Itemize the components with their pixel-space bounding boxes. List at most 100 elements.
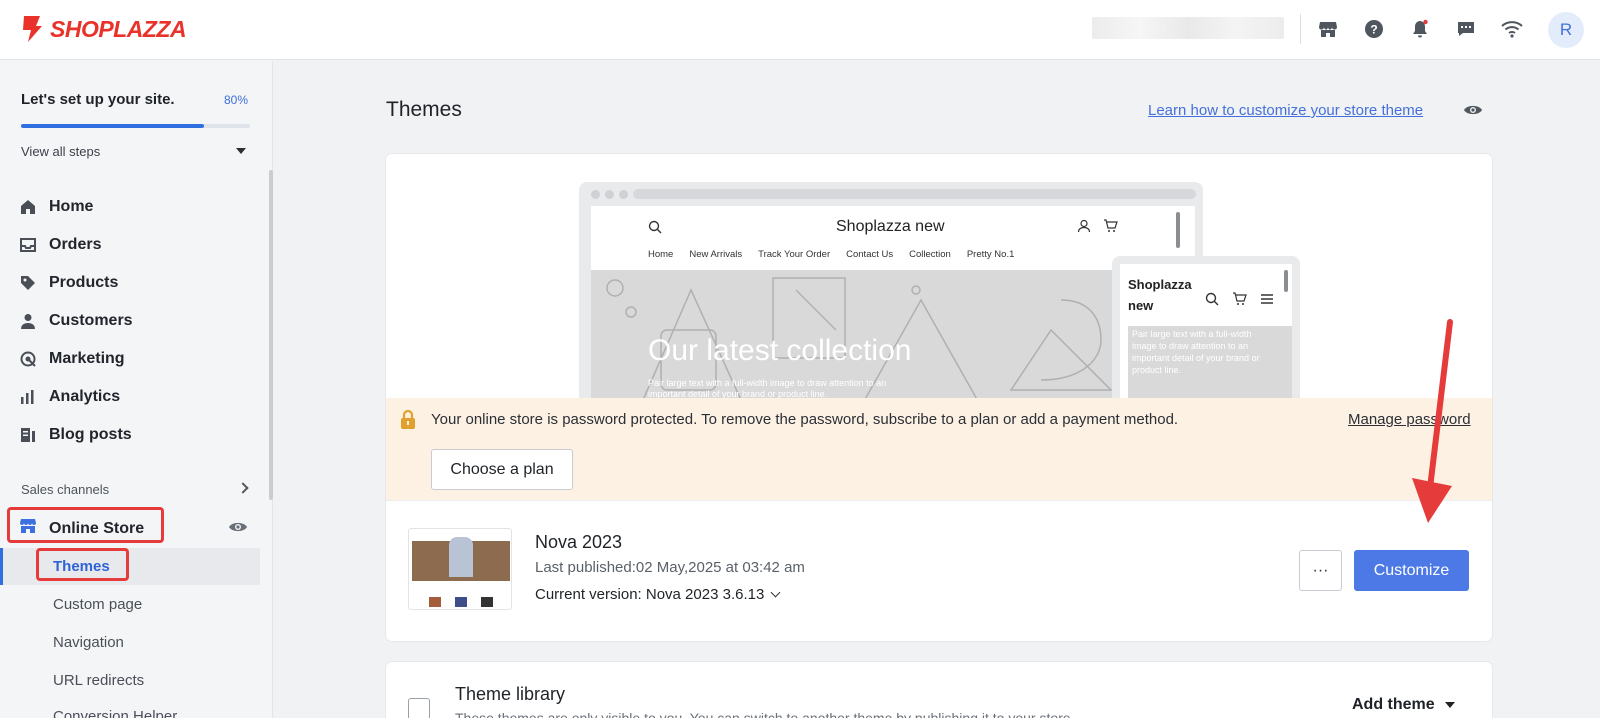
sidebar-scrollbar[interactable] [269, 170, 273, 500]
preview-menu-item: Contact Us [846, 249, 894, 260]
theme-name: Nova 2023 [535, 532, 623, 552]
sidebar-item-analytics[interactable]: Analytics [20, 386, 120, 408]
svg-text:?: ? [1370, 23, 1377, 37]
address-bar [633, 189, 1196, 199]
tag-icon [20, 275, 36, 291]
sidebar-item-blog-posts[interactable]: Blog posts [20, 424, 132, 446]
chat-icon[interactable] [1454, 17, 1478, 41]
view-all-steps[interactable]: View all steps [21, 144, 100, 159]
sidebar-subitem-url-redirects[interactable]: URL redirects [53, 672, 144, 689]
setup-title: Let's set up your site. [21, 91, 175, 108]
caret-down-icon[interactable] [236, 148, 246, 154]
caret-down-icon [1444, 702, 1455, 708]
more-actions-button[interactable]: ··· [1299, 550, 1342, 591]
preview-site-title: Shoplazza new [836, 218, 945, 235]
setup-percent: 80% [224, 93, 249, 107]
help-icon[interactable]: ? [1362, 17, 1386, 41]
sales-channels-label: Sales channels [21, 482, 110, 497]
desktop-preview-frame: Shoplazza new Home New Arrivals Track Yo… [579, 182, 1203, 398]
sidebar-subitem-custom-page[interactable]: Custom page [53, 596, 142, 613]
theme-version-label: Current version: Nova 2023 3.6.13 [535, 586, 765, 603]
sidebar-subitem-conversion-helper[interactable]: Conversion Helper [53, 708, 177, 718]
cart-icon [1104, 219, 1118, 232]
theme-library-checkbox[interactable] [408, 698, 430, 718]
preview-phone-text: Pair large text with a full-width image … [1132, 329, 1260, 375]
preview-phone-title: Shoplazza new [1128, 277, 1192, 313]
theme-version-dropdown[interactable]: Current version: Nova 2023 3.6.13 [535, 586, 781, 603]
setup-progress-fill [21, 124, 205, 128]
annotation-arrow-icon [1412, 319, 1453, 523]
theme-published-date: Last published:02 May,2025 at 03:42 am [535, 559, 805, 576]
highlight-online-store [7, 507, 164, 543]
customize-button[interactable]: Customize [1354, 550, 1469, 591]
theme-library-description: These themes are only visible to you. Yo… [455, 710, 1075, 718]
brand-name: SHOPLAZZA [50, 15, 187, 42]
theme-library-title: Theme library [455, 684, 566, 704]
sidebar-subitem-navigation[interactable]: Navigation [53, 634, 124, 651]
menu-icon [1261, 294, 1273, 304]
theme-library-card: Theme library These themes are only visi… [386, 662, 1492, 718]
shoplazza-logo-icon [23, 16, 42, 42]
thumbnail-product [429, 597, 441, 607]
window-dot [605, 190, 614, 199]
add-theme-label: Add theme [1352, 696, 1435, 713]
preview-hero-text: Pair large text with a full-width image … [648, 378, 887, 398]
lock-icon [401, 410, 415, 429]
preview-menu-item: Pretty No.1 [966, 249, 1015, 260]
password-banner-text: Your online store is password protected.… [431, 411, 1179, 428]
sidebar-item-orders[interactable]: Orders [20, 234, 101, 256]
account-icon [1077, 219, 1091, 233]
wifi-icon[interactable] [1500, 17, 1524, 41]
thumbnail-model [449, 537, 473, 577]
preview-menu-item: Track Your Order [758, 249, 831, 260]
preview-menu-item: Home [648, 249, 674, 260]
setup-progress-bar [21, 124, 250, 128]
sidebar-item-marketing[interactable]: Marketing [20, 348, 125, 370]
desktop-site-preview: Shoplazza new Home New Arrivals Track Yo… [591, 206, 1195, 398]
thumbnail-product [481, 597, 493, 607]
store-icon[interactable] [1316, 17, 1340, 41]
sidebar-item-label: Customers [49, 312, 133, 329]
page-title: Themes [386, 98, 462, 121]
blurred-store-name [1092, 17, 1284, 39]
learn-customize-link[interactable]: Learn how to customize your store theme [1148, 102, 1423, 119]
topbar-divider [1300, 14, 1301, 44]
theme-preview[interactable]: Shoplazza new Home New Arrivals Track Yo… [386, 154, 1492, 398]
shoplazza-logo[interactable]: SHOPLAZZA [20, 14, 187, 44]
bell-icon[interactable] [1408, 17, 1432, 41]
divider [386, 500, 1492, 501]
search-icon [1205, 292, 1219, 306]
sidebar-item-products[interactable]: Products [20, 272, 118, 294]
theme-thumbnail[interactable] [408, 528, 512, 610]
target-icon [20, 351, 36, 367]
themes-active-indicator [0, 548, 3, 585]
preview-hero: Our latest collection Pair large text wi… [591, 270, 1195, 398]
sidebar-item-label: Home [49, 198, 94, 215]
eye-icon[interactable] [1463, 103, 1483, 122]
search-icon [648, 220, 662, 234]
inbox-icon [20, 237, 36, 253]
chevron-down-icon [770, 587, 781, 598]
preview-menu-item: New Arrivals [689, 249, 743, 260]
cart-icon [1233, 292, 1247, 305]
preview-menu-item: Collection [909, 249, 951, 260]
sidebar-item-label: Analytics [49, 388, 121, 405]
avatar[interactable]: R [1548, 12, 1584, 48]
home-icon [20, 199, 36, 215]
sidebar-item-label: Marketing [49, 350, 125, 367]
window-dot [619, 190, 628, 199]
sidebar-item-label: Orders [49, 236, 102, 253]
mobile-preview-frame: Shoplazza new Pair large text with a ful… [1112, 256, 1300, 398]
sidebar-item-customers[interactable]: Customers [20, 310, 133, 332]
eye-icon[interactable] [228, 520, 248, 539]
choose-plan-button[interactable]: Choose a plan [431, 449, 573, 490]
highlight-themes [36, 548, 129, 581]
person-icon [20, 313, 36, 329]
preview-scrollbar [1176, 212, 1180, 248]
sidebar-item-home[interactable]: Home [20, 196, 93, 218]
preview-hero-title: Our latest collection [648, 334, 912, 367]
thumbnail-product [455, 597, 467, 607]
sidebar-item-label: Products [49, 274, 119, 291]
add-theme-button[interactable]: Add theme [1352, 696, 1455, 714]
sidebar-item-label: Blog posts [49, 426, 132, 443]
